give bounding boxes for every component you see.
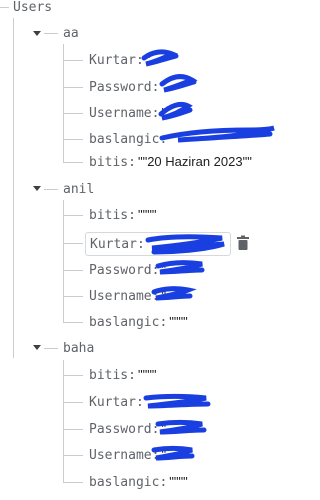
redaction-scribble (143, 394, 211, 409)
tree-connector (44, 348, 58, 349)
field-key: bitis (89, 155, 129, 170)
tree-connector (63, 296, 83, 297)
field-key: baslangic (89, 315, 160, 330)
tree-connector (63, 60, 83, 61)
field-key: baslangic (89, 475, 160, 490)
field-key: Username (89, 106, 152, 121)
redaction-scribble (159, 125, 275, 143)
field-row-bitis[interactable]: bitis: """" (89, 364, 156, 386)
tree-connector (44, 189, 58, 190)
tree-connector (63, 200, 64, 322)
field-key: Username (89, 448, 152, 463)
field-row-password[interactable]: Password: " (89, 76, 166, 98)
field-key: bitis (89, 368, 129, 383)
field-key: Password (89, 263, 152, 278)
tree-connector (63, 162, 83, 163)
redaction-scribble (141, 49, 179, 67)
field-value: """" (137, 367, 157, 382)
tree-connector (63, 87, 83, 88)
tree-connector (63, 44, 64, 162)
tree-connector (63, 429, 83, 430)
tree-connector (63, 215, 83, 216)
field-key: bitis (89, 208, 129, 223)
redaction-scribble (158, 101, 193, 121)
redaction-scribble (145, 234, 225, 255)
tree-connector (63, 360, 64, 482)
field-value: """" (169, 314, 188, 329)
tree-connector (13, 18, 14, 358)
field-key: Password (89, 80, 152, 95)
caret-down-icon[interactable] (33, 186, 41, 191)
field-key: Kurtar (89, 395, 136, 410)
tree-connector (63, 270, 83, 271)
tree-connector (63, 139, 83, 140)
redaction-scribble (155, 420, 207, 435)
field-row-baslangic[interactable]: baslangic: """" (89, 471, 188, 493)
user-node-label: baha (63, 340, 95, 356)
field-row-baslangic[interactable]: baslangic: """" (89, 311, 188, 333)
field-key: Password (89, 422, 152, 437)
tree-connector (63, 455, 83, 456)
caret-down-icon[interactable] (33, 31, 41, 36)
root-node[interactable]: Users (13, 0, 52, 18)
user-node-baha[interactable]: baha (63, 337, 94, 359)
tree-connector (63, 482, 83, 483)
tree-connector (63, 375, 83, 376)
field-value: """" (137, 207, 157, 222)
trash-icon[interactable] (236, 235, 250, 251)
tree-connector (0, 7, 9, 8)
tree-connector (63, 322, 83, 323)
user-node-aa[interactable]: aa (63, 22, 79, 44)
user-node-label: anil (63, 181, 95, 197)
field-key: baslangic (89, 132, 160, 147)
tree-connector (63, 243, 83, 244)
redaction-scribble (155, 260, 205, 275)
caret-down-icon[interactable] (33, 345, 41, 350)
redaction-scribble (159, 74, 198, 93)
user-node-anil[interactable]: anil (63, 178, 94, 200)
field-value: ""20 Haziran 2023"" (137, 154, 252, 169)
user-node-label: aa (63, 25, 79, 41)
tree-connector (44, 33, 58, 34)
field-key: Kurtar (89, 53, 136, 68)
tree-connector (63, 113, 83, 114)
field-row-username[interactable]: Username: " (89, 102, 166, 124)
root-node-label: Users (13, 0, 53, 15)
tree-connector (63, 402, 83, 403)
field-row-bitis[interactable]: bitis: """" (89, 204, 156, 226)
redaction-scribble (151, 286, 197, 301)
field-row-bitis[interactable]: bitis: ""20 Haziran 2023"" (89, 151, 252, 173)
redaction-scribble (151, 446, 195, 461)
database-tree: Users aa Kurtar: " Password: " Username: " … (0, 0, 313, 500)
field-value: """" (169, 474, 188, 489)
field-key: Kurtar (90, 237, 137, 252)
field-key: Username (89, 289, 152, 304)
